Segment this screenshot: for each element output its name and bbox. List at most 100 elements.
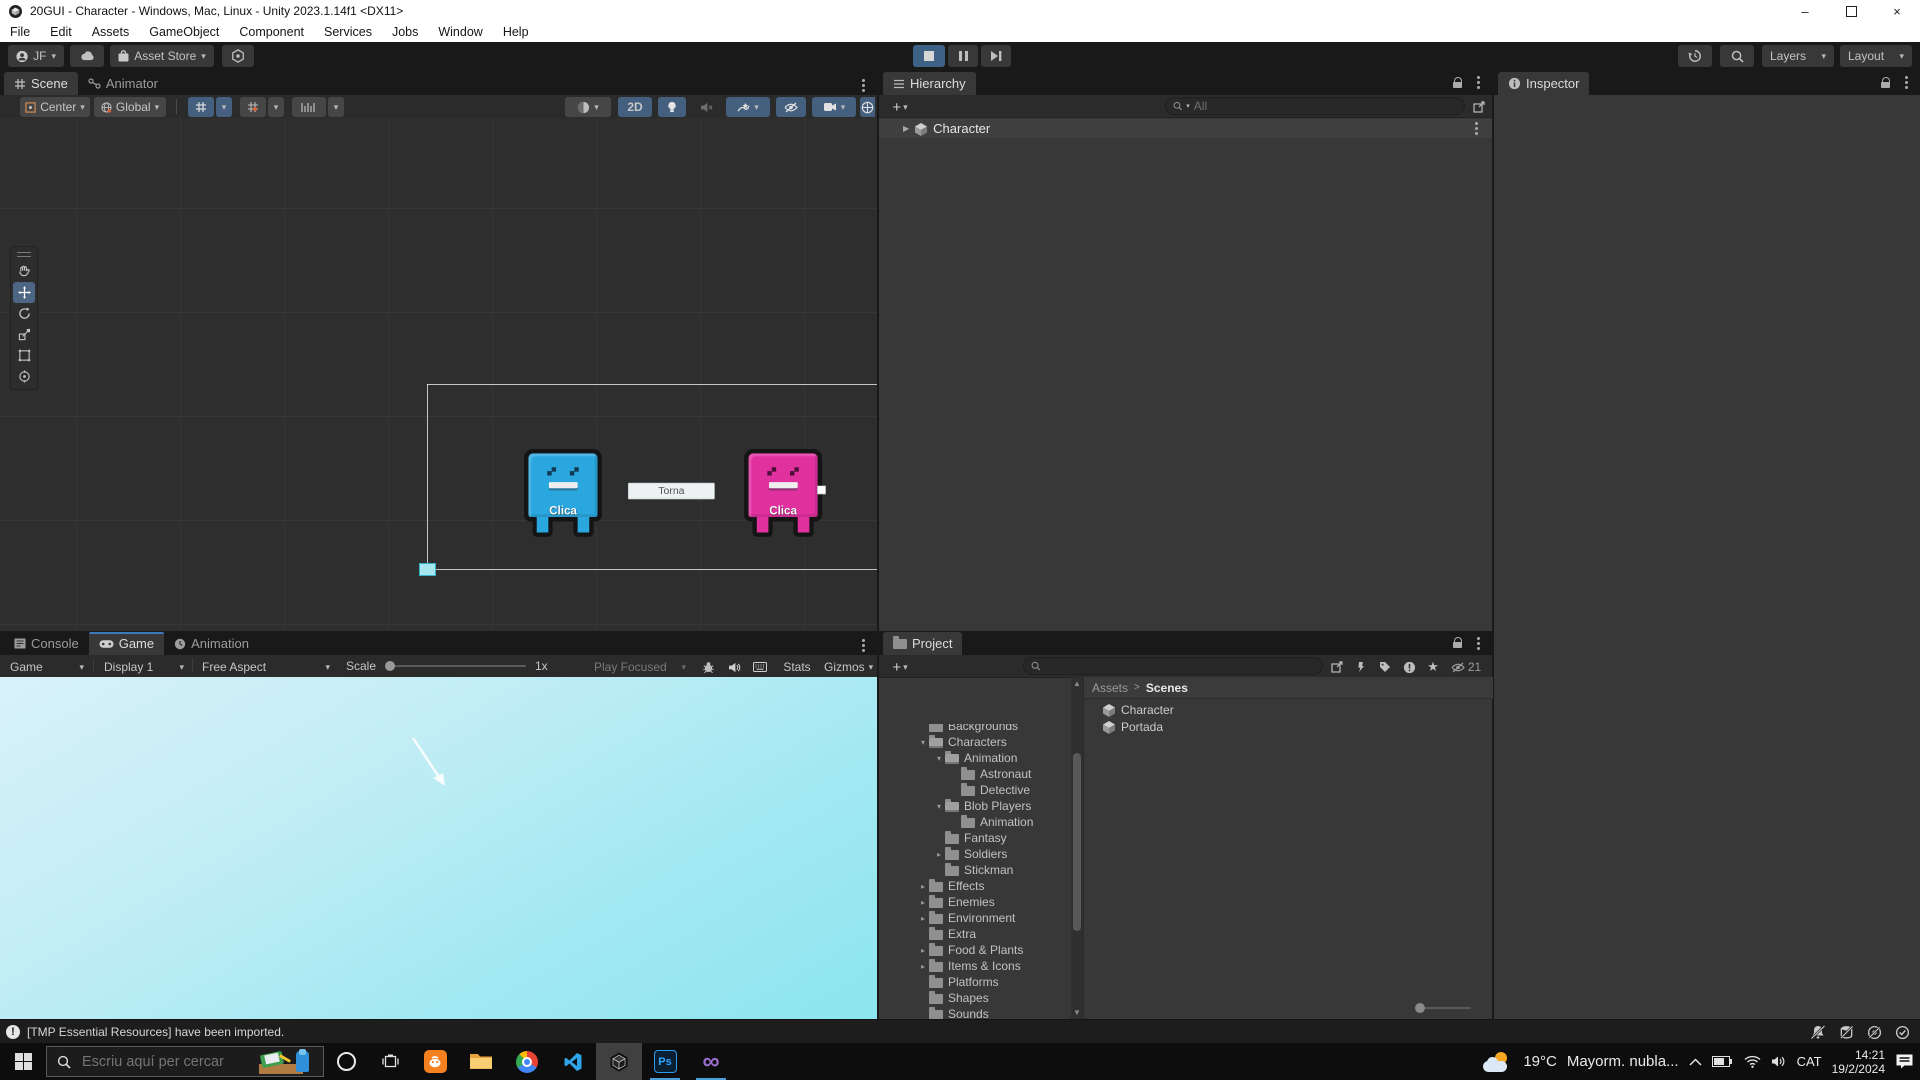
create-object-dropdown[interactable]: +▾ bbox=[885, 97, 915, 117]
snap-grid-caret[interactable]: ▾ bbox=[268, 97, 284, 117]
snap-grid-button[interactable] bbox=[240, 97, 266, 117]
expand-arrow[interactable]: ▸ bbox=[917, 898, 929, 907]
project-tree-folder[interactable]: ▸ Soldiers bbox=[879, 846, 1071, 862]
favorites-icon[interactable]: ★ bbox=[1423, 657, 1443, 677]
status-message[interactable]: [TMP Essential Resources] have been impo… bbox=[27, 1025, 284, 1039]
gizmos-dropdown[interactable]: Gizmos▾ bbox=[818, 657, 874, 677]
tab-inspector[interactable]: Inspector bbox=[1498, 72, 1589, 95]
expand-arrow[interactable]: ▾ bbox=[917, 738, 929, 747]
game-panel-menu[interactable] bbox=[862, 634, 865, 652]
hierarchy-panel-menu[interactable] bbox=[1477, 81, 1480, 84]
minimize-button[interactable]: – bbox=[1782, 0, 1828, 22]
lock-icon[interactable] bbox=[1453, 77, 1463, 89]
project-tree-folder[interactable]: ▾ Characters bbox=[879, 734, 1071, 750]
tray-expand-chevron[interactable] bbox=[1689, 1058, 1702, 1066]
weather-temp[interactable]: 19°C bbox=[1523, 1053, 1557, 1070]
project-tree-folder[interactable]: Detective bbox=[879, 782, 1071, 798]
cloud-button[interactable] bbox=[70, 45, 104, 67]
project-tree-folder[interactable]: Stickman bbox=[879, 862, 1071, 878]
view-hand-tool[interactable] bbox=[13, 261, 35, 282]
scroll-up-arrow[interactable]: ▲ bbox=[1071, 679, 1083, 688]
play-focused-dropdown[interactable]: Play Focused▾ bbox=[588, 657, 692, 677]
layers-dropdown[interactable]: Layers▾ bbox=[1762, 45, 1834, 67]
scene-panel-menu[interactable] bbox=[862, 74, 865, 92]
menu-item[interactable]: File bbox=[0, 22, 40, 42]
taskbar-search-input[interactable] bbox=[80, 1053, 234, 1071]
taskbar-visual-studio[interactable]: ∞ bbox=[688, 1043, 734, 1080]
expand-arrow[interactable]: ▸ bbox=[917, 882, 929, 891]
asset-portada[interactable]: Portada bbox=[1102, 720, 1163, 734]
undo-history-button[interactable] bbox=[1678, 45, 1712, 67]
snap-increment-caret[interactable]: ▾ bbox=[328, 97, 344, 117]
scene-torna-button[interactable]: Torna bbox=[628, 483, 715, 500]
tab-animation[interactable]: Animation bbox=[164, 632, 259, 655]
project-tree-folder[interactable]: ▸ Effects bbox=[879, 878, 1071, 894]
package-manager-button[interactable] bbox=[222, 45, 254, 67]
taskbar-clock[interactable]: 14:21 19/2/2024 bbox=[1832, 1048, 1885, 1076]
taskbar-photoshop[interactable]: Ps bbox=[642, 1043, 688, 1080]
expand-arrow[interactable]: ▾ bbox=[933, 802, 945, 811]
expand-arrow[interactable]: ▸ bbox=[917, 962, 929, 971]
selection-handle[interactable] bbox=[817, 485, 826, 494]
project-tree-folder[interactable]: Backgrounds bbox=[879, 724, 1071, 734]
taskbar-xampp[interactable] bbox=[412, 1043, 458, 1080]
inspector-panel-menu[interactable] bbox=[1905, 81, 1908, 84]
scene-audio-button[interactable] bbox=[692, 97, 720, 117]
asset-store-button[interactable]: Asset Store▾ bbox=[110, 45, 214, 67]
account-button[interactable]: JF▾ bbox=[8, 45, 64, 67]
menu-item[interactable]: Help bbox=[493, 22, 539, 42]
tab-game[interactable]: Game bbox=[89, 632, 164, 655]
screen-keyboard-button[interactable] bbox=[748, 657, 772, 677]
expand-arrow[interactable]: ▶ bbox=[903, 124, 909, 133]
close-button[interactable]: × bbox=[1874, 0, 1920, 22]
create-asset-dropdown[interactable]: +▾ bbox=[885, 657, 915, 677]
maximize-button[interactable] bbox=[1828, 0, 1874, 22]
progress-ok-icon[interactable] bbox=[1895, 1025, 1910, 1040]
hierarchy-search[interactable]: ▾ bbox=[1165, 97, 1465, 115]
rect-tool[interactable] bbox=[13, 345, 35, 366]
search-by-label-icon[interactable] bbox=[1375, 657, 1395, 677]
cortana-button[interactable] bbox=[324, 1043, 368, 1080]
project-search-input[interactable] bbox=[1045, 659, 1315, 673]
bell-muted-icon[interactable] bbox=[1810, 1025, 1826, 1040]
tab-project[interactable]: Project bbox=[883, 632, 962, 655]
hierarchy-search-input[interactable] bbox=[1194, 99, 1457, 113]
row-menu[interactable] bbox=[1475, 127, 1478, 130]
warning-filter-icon[interactable] bbox=[1399, 657, 1419, 677]
weather-desc[interactable]: Mayorm. nubla... bbox=[1567, 1053, 1679, 1070]
battery-icon[interactable] bbox=[1712, 1056, 1734, 1068]
project-tree-folder[interactable]: ▸ Food & Plants bbox=[879, 942, 1071, 958]
breadcrumb-scenes[interactable]: Scenes bbox=[1146, 681, 1188, 695]
project-tree-folder[interactable]: Animation bbox=[879, 814, 1071, 830]
rotate-tool[interactable] bbox=[13, 303, 35, 324]
mute-audio-button[interactable] bbox=[722, 657, 746, 677]
tab-scene[interactable]: Scene bbox=[4, 72, 78, 95]
hidden-packages-toggle[interactable]: 21 bbox=[1445, 657, 1487, 677]
scene-lighting-button[interactable] bbox=[658, 97, 686, 117]
scene-magenta-character[interactable]: Clica bbox=[744, 449, 822, 537]
task-view-button[interactable] bbox=[368, 1043, 412, 1080]
project-tree-folder[interactable]: ▾ Blob Players bbox=[879, 798, 1071, 814]
tree-scrollbar[interactable]: ▲ ▼ bbox=[1071, 677, 1083, 1019]
scene-picker-icon[interactable] bbox=[1469, 97, 1489, 117]
transform-tool[interactable] bbox=[13, 366, 35, 387]
scene-viewport[interactable]: Clica Torna Clica bbox=[0, 118, 877, 631]
canvas-handle[interactable] bbox=[419, 563, 436, 576]
pause-button[interactable] bbox=[948, 45, 978, 67]
2d-mode-button[interactable]: 2D bbox=[618, 97, 652, 117]
menu-item[interactable]: Services bbox=[314, 22, 382, 42]
project-tree-folder[interactable]: ▾ Animation bbox=[879, 750, 1071, 766]
wifi-icon[interactable] bbox=[1744, 1055, 1761, 1068]
move-tool[interactable] bbox=[13, 282, 35, 303]
notification-icon[interactable]: ! bbox=[6, 1025, 20, 1039]
scene-visibility-button[interactable] bbox=[776, 97, 806, 117]
step-button[interactable] bbox=[981, 45, 1011, 67]
breadcrumb-assets[interactable]: Assets bbox=[1092, 681, 1128, 695]
open-search-window-icon[interactable] bbox=[1327, 657, 1347, 677]
expand-arrow[interactable]: ▾ bbox=[933, 754, 945, 763]
grid-visibility-button[interactable] bbox=[188, 97, 214, 117]
project-tree-folder[interactable]: Shapes bbox=[879, 990, 1071, 1006]
menu-item[interactable]: Assets bbox=[82, 22, 140, 42]
taskbar-unity[interactable] bbox=[596, 1043, 642, 1080]
scale-slider[interactable] bbox=[386, 665, 526, 667]
